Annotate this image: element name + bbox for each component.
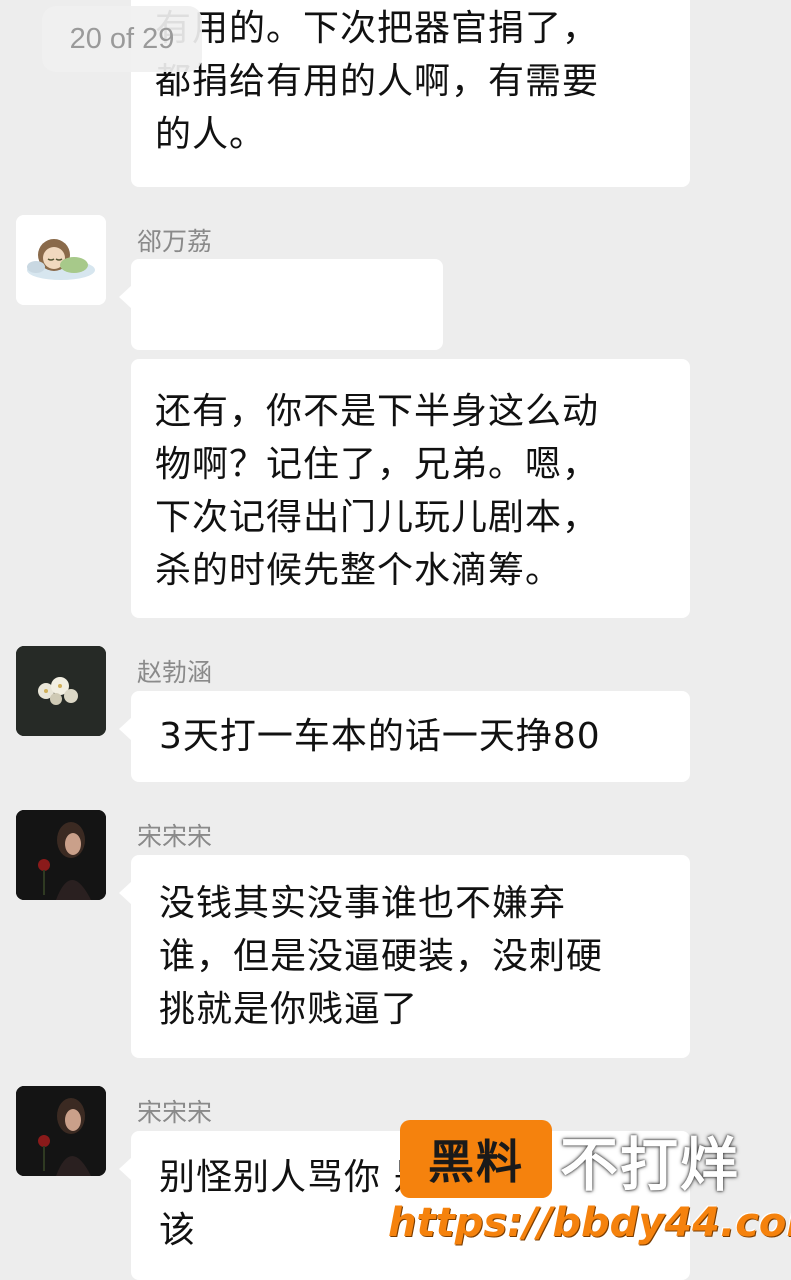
sleeping-cartoon-avatar-icon bbox=[16, 215, 106, 305]
woman-with-rose-avatar-icon bbox=[16, 810, 106, 900]
message-bubble: 有用的。下次把器官捐了， 都捐给有用的人啊，有需要 的人。 bbox=[131, 0, 690, 187]
watermark-url: https://bbdy44.com bbox=[388, 1200, 791, 1246]
sender-name: 郤万荔 bbox=[137, 227, 213, 256]
avatar[interactable] bbox=[16, 215, 106, 305]
white-flowers-avatar-icon bbox=[16, 646, 106, 736]
sender-name: 宋宋宋 bbox=[137, 822, 213, 851]
page-counter: 20 of 29 bbox=[42, 6, 202, 72]
voice-message-bubble[interactable]: 9" bbox=[119, 259, 443, 428]
sender-name: 赵勃涵 bbox=[137, 658, 213, 687]
woman-with-rose-avatar-icon bbox=[16, 1086, 106, 1176]
watermark-logo-box: 黑料 bbox=[400, 1120, 552, 1198]
watermark-box-text: 黑料 bbox=[428, 1135, 524, 1189]
avatar[interactable] bbox=[16, 646, 106, 736]
message-bubble: 没钱其实没事谁也不嫌弃 谁，但是没逼硬装，没刺硬 挑就是你贱逼了 bbox=[119, 855, 690, 1058]
watermark-text: 不打烊 bbox=[560, 1131, 741, 1199]
avatar[interactable] bbox=[16, 810, 106, 900]
avatar[interactable] bbox=[16, 1086, 106, 1176]
sender-name: 宋宋宋 bbox=[137, 1098, 213, 1127]
message-bubble: 还有，你不是下半身这么动 物啊？记住了，兄弟。嗯， 下次记得出门儿玩儿剧本， 杀… bbox=[131, 359, 690, 618]
message-bubble: 3天打一车本的话一天挣80 bbox=[119, 691, 690, 782]
